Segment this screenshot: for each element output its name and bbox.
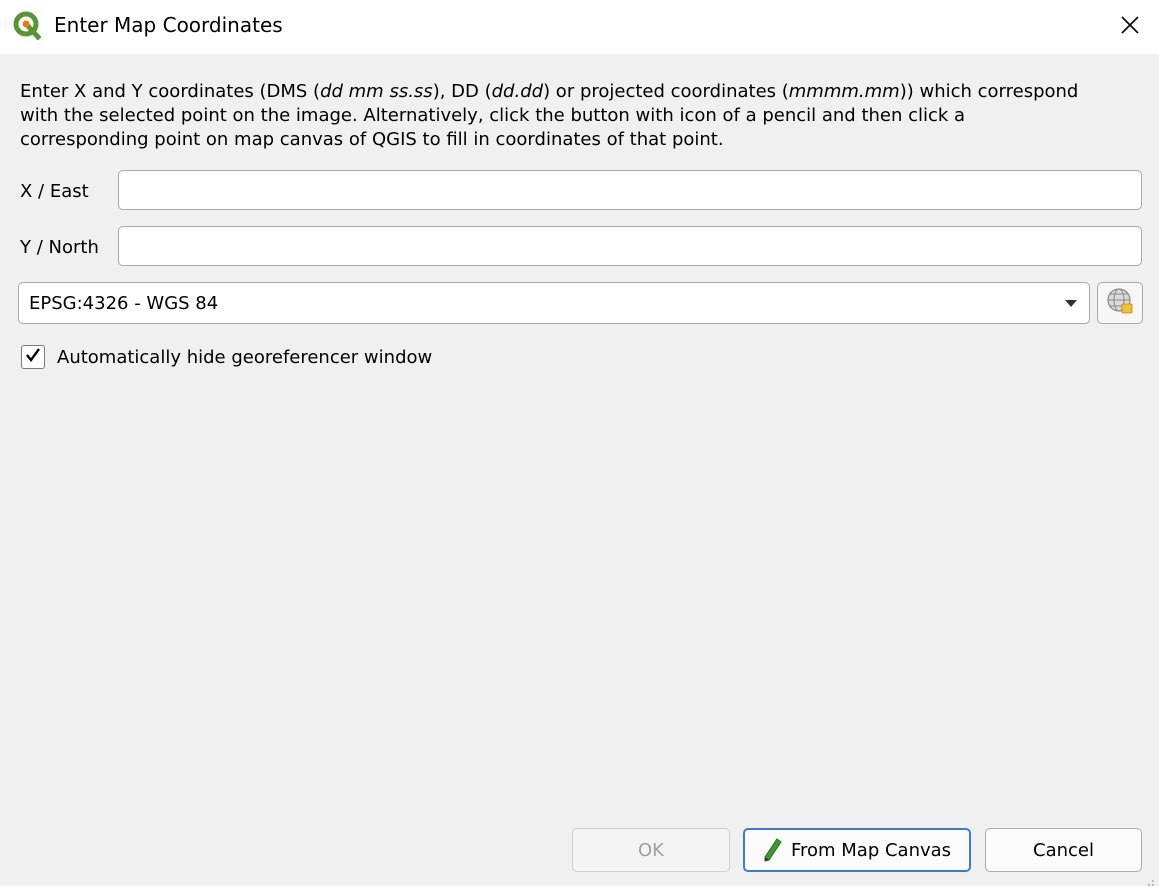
auto-hide-checkbox[interactable] [21,345,45,369]
x-east-input[interactable] [118,170,1142,210]
select-crs-button[interactable] [1097,282,1143,324]
window-title: Enter Map Coordinates [54,13,283,37]
ok-button-label: OK [638,839,664,861]
ok-button[interactable]: OK [572,828,730,872]
crs-select[interactable]: EPSG:4326 - WGS 84 [18,282,1090,324]
chevron-down-icon [1065,300,1077,307]
checkmark-icon [24,346,42,368]
cancel-button-label: Cancel [1033,839,1094,861]
enter-map-coordinates-dialog: Enter Map Coordinates Enter X and Y coor… [0,0,1159,886]
pencil-icon [763,837,783,863]
x-east-label: X / East [20,181,89,202]
globe-crs-icon [1105,286,1135,320]
from-map-canvas-button[interactable]: From Map Canvas [743,828,971,872]
close-icon[interactable] [1112,8,1148,42]
title-bar: Enter Map Coordinates [0,0,1159,54]
qgis-logo-icon [12,10,42,41]
crs-selected-value: EPSG:4326 - WGS 84 [29,293,219,314]
instructions-text: Enter X and Y coordinates (DMS (dd mm ss… [20,81,1079,150]
auto-hide-label[interactable]: Automatically hide georeferencer window [57,346,432,370]
y-north-label: Y / North [20,237,99,258]
resize-grip-icon[interactable] [1145,872,1155,886]
y-north-input[interactable] [118,226,1142,266]
from-map-canvas-label: From Map Canvas [790,839,952,861]
cancel-button[interactable]: Cancel [985,828,1142,872]
